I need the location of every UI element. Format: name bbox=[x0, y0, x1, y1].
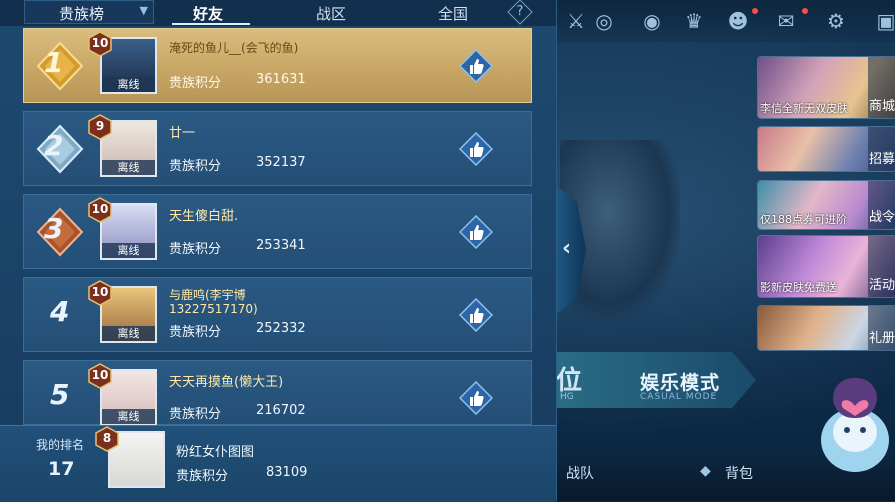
thumbs-up-icon[interactable] bbox=[459, 215, 493, 249]
player-name: 廿一 bbox=[169, 126, 196, 141]
thumbs-up-icon[interactable] bbox=[459, 298, 493, 332]
promo-side-label: 商城 bbox=[868, 57, 895, 118]
chevron-down-icon: ▼ bbox=[139, 4, 148, 17]
promo-caption: 李信全新无双皮肤 bbox=[760, 102, 848, 115]
level-value: 10 bbox=[91, 368, 109, 382]
player-name: 与鹿鸣(李宇博 bbox=[169, 288, 246, 302]
rank-number: 5 bbox=[50, 378, 70, 411]
leaderboard-row[interactable]: 4 离线 10 与鹿鸣(李宇博 13227517170) 贵族积分 252332 bbox=[23, 277, 532, 352]
eye-icon[interactable]: ◉ bbox=[640, 9, 664, 33]
score-label: 贵族积分 bbox=[169, 242, 222, 257]
bag-button[interactable]: 背包 bbox=[725, 463, 753, 483]
score-value: 252332 bbox=[256, 321, 306, 336]
player-name-line2: 13227517170) bbox=[169, 302, 258, 316]
tab-friends[interactable]: 好友 bbox=[193, 3, 223, 24]
help-icon[interactable]: ? bbox=[509, 1, 531, 23]
score-value: 253341 bbox=[256, 238, 306, 253]
promo-side-label: 招募 bbox=[868, 127, 895, 171]
rank-number: 3 bbox=[44, 212, 64, 245]
promo-tile-shop[interactable]: 李信全新无双皮肤 商城 bbox=[757, 56, 895, 119]
my-score-label: 贵族积分 bbox=[176, 469, 229, 484]
promo-side-label: 活动 bbox=[868, 236, 895, 297]
noble-level: 10 bbox=[87, 31, 113, 57]
mascot-character[interactable] bbox=[815, 370, 895, 480]
dropdown-label: 贵族榜 bbox=[59, 5, 105, 23]
level-value: 8 bbox=[102, 431, 112, 445]
promo-side-label: 战令 bbox=[868, 181, 895, 229]
promo-caption: 影新皮肤免费送 bbox=[760, 281, 837, 294]
score-label: 贵族积分 bbox=[169, 159, 222, 174]
mail-icon[interactable]: ✉ bbox=[774, 9, 798, 33]
score-value: 352137 bbox=[256, 155, 306, 170]
score-value: 216702 bbox=[256, 403, 306, 418]
promo-tile-recruit[interactable]: 招募 bbox=[757, 126, 895, 172]
leaderboard-row[interactable]: 1 离线 10 淹死的鱼儿__(会飞的鱼) 贵族积分 361631 bbox=[23, 28, 532, 103]
casual-mode-sub: CASUAL MODE bbox=[640, 392, 718, 402]
my-score-value: 83109 bbox=[266, 465, 308, 480]
sword-icon[interactable]: ⚔ bbox=[564, 9, 588, 33]
mail-notification-dot bbox=[802, 8, 808, 14]
player-name: 天天再摸鱼(懒大王) bbox=[169, 375, 284, 390]
rank-number: 4 bbox=[50, 295, 70, 328]
ranked-mode-sub: HG bbox=[560, 392, 574, 402]
level-value: 10 bbox=[91, 36, 109, 50]
level-value: 10 bbox=[91, 202, 109, 216]
promo-tile-gift[interactable]: 礼册 bbox=[757, 305, 895, 351]
gear-icon[interactable]: ⚙ bbox=[824, 9, 848, 33]
my-noble-level: 8 bbox=[94, 426, 120, 452]
my-rank-number: 17 bbox=[48, 458, 75, 480]
level-value: 9 bbox=[95, 119, 105, 133]
friends-icon[interactable]: ☻ bbox=[726, 9, 750, 33]
leaderboard-row[interactable]: 2 离线 9 廿一 贵族积分 352137 bbox=[23, 111, 532, 186]
tab-national[interactable]: 全国 bbox=[438, 3, 468, 24]
promo-tile-pass[interactable]: 仅188点券可进阶 战令 bbox=[757, 180, 895, 230]
team-button[interactable]: 战队 bbox=[566, 463, 594, 483]
chevron-left-icon: ‹ bbox=[562, 236, 572, 261]
thumbs-up-icon[interactable] bbox=[459, 132, 493, 166]
my-player-name: 粉红女仆图图 bbox=[176, 445, 255, 460]
promo-caption: 仅188点券可进阶 bbox=[760, 213, 847, 226]
score-label: 贵族积分 bbox=[169, 76, 222, 91]
thumbs-up-icon[interactable] bbox=[459, 381, 493, 415]
score-label: 贵族积分 bbox=[169, 407, 222, 422]
leaderboard-row[interactable]: 3 离线 10 天生傻白甜. 贵族积分 253341 bbox=[23, 194, 532, 269]
offline-status: 离线 bbox=[102, 243, 155, 258]
offline-status: 离线 bbox=[102, 77, 155, 92]
tab-zone[interactable]: 战区 bbox=[316, 3, 346, 24]
player-name: 天生傻白甜. bbox=[169, 209, 239, 224]
trophy-icon[interactable]: ♛ bbox=[682, 9, 706, 33]
promo-tile-event[interactable]: 影新皮肤免费送 活动 bbox=[757, 235, 895, 298]
leaderboard-row[interactable]: 5 离线 10 天天再摸鱼(懒大王) 贵族积分 216702 bbox=[23, 360, 532, 426]
offline-status: 离线 bbox=[102, 409, 155, 424]
player-name: 淹死的鱼儿__(会飞的鱼) bbox=[169, 41, 299, 55]
leaderboard-panel: 贵族榜 ▼ 好友 战区 全国 ? 1 离线 10 淹死的鱼儿__(会飞的鱼) 贵… bbox=[0, 0, 557, 502]
offline-status: 离线 bbox=[102, 160, 155, 175]
score-value: 361631 bbox=[256, 72, 306, 87]
thumbs-up-icon[interactable] bbox=[459, 49, 493, 83]
promo-side-label: 礼册 bbox=[868, 306, 895, 350]
my-rank-label: 我的排名 bbox=[36, 438, 85, 452]
casual-mode-button[interactable]: 娱乐模式 bbox=[640, 368, 720, 395]
score-label: 贵族积分 bbox=[169, 325, 222, 340]
target-icon[interactable]: ◎ bbox=[592, 9, 616, 33]
active-tab-indicator bbox=[172, 23, 250, 25]
rank-number: 2 bbox=[44, 129, 64, 162]
noble-level: 9 bbox=[87, 114, 113, 140]
friends-notification-dot bbox=[752, 8, 758, 14]
board-type-dropdown[interactable]: 贵族榜 ▼ bbox=[24, 0, 154, 24]
bag-icon[interactable]: ◆ bbox=[700, 463, 711, 479]
noble-level: 10 bbox=[87, 280, 113, 306]
offline-status: 离线 bbox=[102, 326, 155, 341]
noble-level: 10 bbox=[87, 363, 113, 389]
level-value: 10 bbox=[91, 285, 109, 299]
tab-bar: 贵族榜 ▼ 好友 战区 全国 ? bbox=[0, 0, 556, 26]
rank-number: 1 bbox=[44, 46, 64, 79]
noble-level: 10 bbox=[87, 197, 113, 223]
exit-icon[interactable]: ▣ bbox=[874, 9, 895, 33]
top-icon-bar: ⚔ ◎ ◉ ♛ ☻ ✉ ⚙ ▣ bbox=[556, 0, 895, 42]
